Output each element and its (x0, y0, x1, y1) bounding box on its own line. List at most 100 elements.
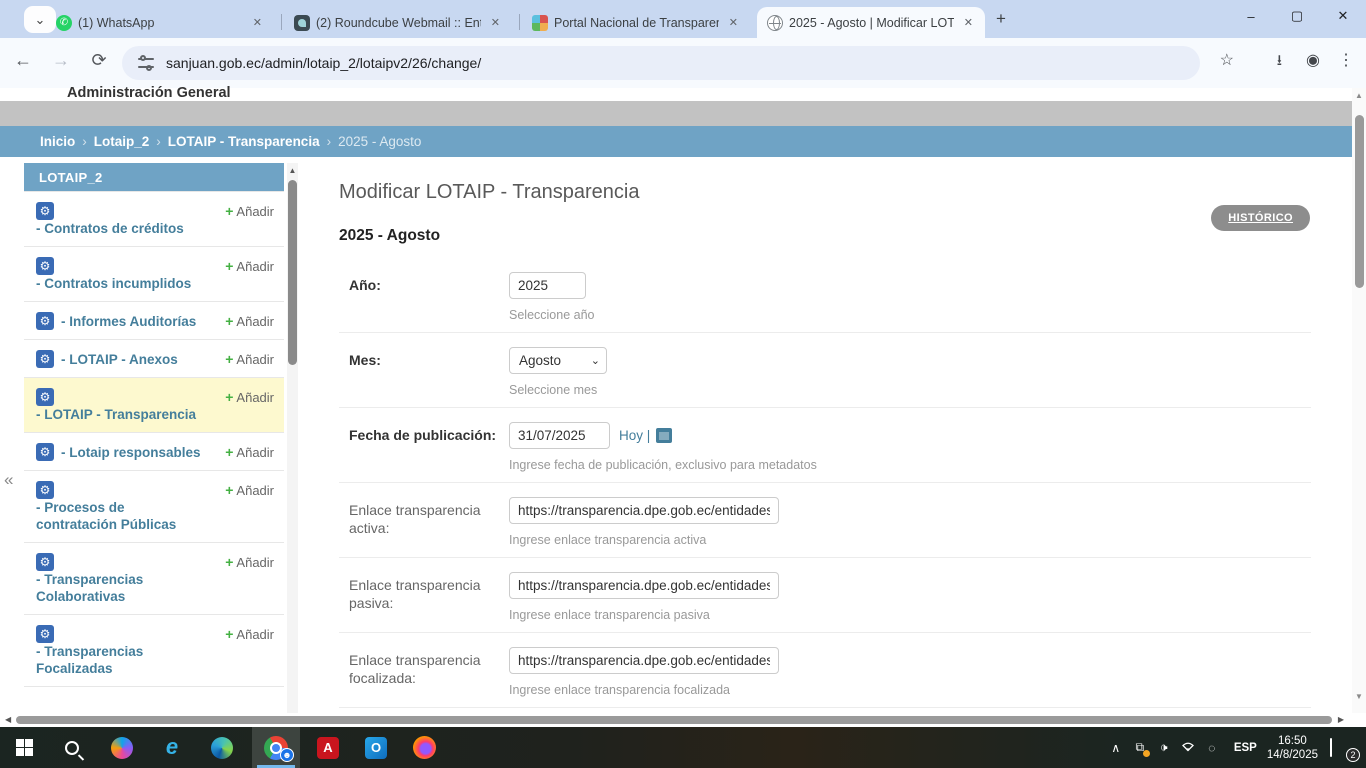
language-indicator[interactable]: ESP (1234, 742, 1257, 754)
taskbar-acrobat-button[interactable]: A (308, 727, 348, 768)
historico-button[interactable]: HISTÓRICO (1211, 205, 1310, 231)
tab-whatsapp[interactable]: ✆ (1) WhatsApp ✕ (46, 7, 274, 38)
fecha-input[interactable] (509, 422, 610, 449)
volume-icon[interactable]: 🕩 (1152, 740, 1176, 755)
cast-icon[interactable]: ⧉ (1128, 740, 1152, 755)
breadcrumb-link-lotaip2[interactable]: Lotaip_2 (94, 134, 150, 149)
sidebar-scrollbar[interactable]: ▲ (287, 163, 298, 713)
sidebar-item-contratos-incumplidos[interactable]: ⚙- Contratos incumplidos +Añadir (24, 246, 284, 301)
sidebar-item-transparencias-colaborativas[interactable]: ⚙- Transparencias Colaborativas +Añadir (24, 542, 284, 614)
add-link[interactable]: +Añadir (225, 257, 274, 274)
taskbar-search-button[interactable] (52, 727, 92, 768)
scroll-down-icon[interactable]: ▼ (1352, 692, 1366, 701)
sidebar-item-label[interactable]: - LOTAIP - Anexos (61, 351, 178, 368)
url-text[interactable]: sanjuan.gob.ec/admin/lotaip_2/lotaipv2/2… (166, 55, 481, 71)
maximize-button[interactable]: ▢ (1274, 0, 1320, 32)
add-link[interactable]: +Añadir (225, 553, 274, 570)
breadcrumb-current: 2025 - Agosto (338, 134, 421, 149)
breadcrumb-link-inicio[interactable]: Inicio (40, 134, 75, 149)
notification-center-button[interactable]: 2 (1330, 739, 1360, 757)
sidebar-item-transparencias-focalizadas[interactable]: ⚙- Transparencias Focalizadas +Añadir (24, 614, 284, 686)
add-link[interactable]: +Añadir (225, 202, 274, 219)
outlook-icon: O (365, 737, 387, 759)
sidebar-collapse-toggle[interactable]: « (4, 470, 13, 490)
hoy-link[interactable]: Hoy | (619, 428, 650, 443)
sidebar-item-label[interactable]: - Transparencias Focalizadas (36, 643, 204, 677)
tab-portal[interactable]: Portal Nacional de Transparenci ✕ (522, 7, 750, 38)
sidebar-item-label[interactable]: - Contratos de créditos (36, 220, 184, 237)
add-link[interactable]: +Añadir (225, 443, 274, 460)
add-link[interactable]: +Añadir (225, 350, 274, 367)
horizontal-scrollbar-thumb[interactable] (16, 716, 1332, 724)
browser-menu-icon[interactable]: ⋮ (1338, 50, 1354, 70)
sidebar-item-label[interactable]: - Lotaip responsables (61, 444, 201, 461)
sidebar-item-label[interactable]: - LOTAIP - Transparencia (36, 406, 196, 423)
taskbar-edge-button[interactable] (202, 727, 242, 768)
enlace-activa-input[interactable] (509, 497, 779, 524)
clock[interactable]: 16:50 14/8/2025 (1267, 734, 1318, 762)
sidebar-item-label[interactable]: - Procesos de contratación Públicas (36, 499, 204, 533)
breadcrumb-link-transparencia[interactable]: LOTAIP - Transparencia (168, 134, 320, 149)
downloads-icon[interactable]: ⭳ (1277, 50, 1282, 75)
plus-icon: + (225, 482, 233, 498)
help-text: Ingrese fecha de publicación, exclusivo … (509, 458, 817, 472)
chevron-down-icon: ⌄ (591, 354, 600, 367)
anio-input[interactable] (509, 272, 586, 299)
add-link[interactable]: +Añadir (225, 625, 274, 642)
enlace-focalizada-input[interactable] (509, 647, 779, 674)
back-icon[interactable]: ← (10, 50, 36, 71)
tab-active-lotaip[interactable]: 2025 - Agosto | Modificar LOTAI ✕ (757, 7, 985, 38)
scroll-left-icon[interactable]: ◀ (5, 715, 11, 724)
calendar-icon[interactable] (656, 428, 672, 443)
tab-roundcube[interactable]: (2) Roundcube Webmail :: Entra ✕ (284, 7, 512, 38)
sidebar-item-procesos-contratacion[interactable]: ⚙- Procesos de contratación Públicas +Añ… (24, 470, 284, 542)
close-icon[interactable]: ✕ (487, 14, 504, 31)
sidebar-item-lotaip-transparencia[interactable]: ⚙- LOTAIP - Transparencia +Añadir (24, 377, 284, 432)
start-button[interactable] (4, 727, 44, 768)
sidebar-item-informes-auditorias[interactable]: ⚙- Informes Auditorías +Añadir (24, 301, 284, 339)
field-label-anio: Año: (339, 272, 509, 322)
forward-icon[interactable]: → (48, 50, 74, 71)
scroll-up-icon[interactable]: ▲ (1352, 88, 1366, 100)
sidebar-item-label[interactable]: - Informes Auditorías (61, 313, 196, 330)
form-row-mes: Mes: Agosto ⌄ Seleccione mes (339, 333, 1311, 408)
new-tab-button[interactable]: + (996, 9, 1006, 29)
taskbar-copilot-button[interactable] (102, 727, 142, 768)
mes-select[interactable]: Agosto ⌄ (509, 347, 607, 374)
field-label-enlace-pasiva: Enlace transparencia pasiva: (339, 572, 509, 622)
sidebar-item-contratos-creditos[interactable]: ⚙- Contratos de créditos +Añadir (24, 191, 284, 246)
taskbar-firefox-button[interactable] (404, 727, 444, 768)
page-vertical-scrollbar[interactable]: ▲ ▼ (1352, 88, 1366, 713)
scroll-right-icon[interactable]: ▶ (1338, 715, 1344, 724)
minimize-button[interactable]: – (1228, 0, 1274, 32)
tray-chevron-icon[interactable]: ∧ (1104, 741, 1128, 755)
address-bar[interactable]: sanjuan.gob.ec/admin/lotaip_2/lotaipv2/2… (122, 46, 1200, 80)
sidebar-item-label[interactable]: - Transparencias Colaborativas (36, 571, 204, 605)
wifi-icon[interactable] (1176, 740, 1200, 755)
sidebar: LOTAIP_2 ⚙- Contratos de créditos +Añadi… (24, 163, 284, 713)
gear-icon: ⚙ (36, 625, 54, 643)
bookmark-star-icon[interactable]: ☆ (1220, 50, 1234, 70)
profile-avatar-icon[interactable]: ◉ (1306, 50, 1320, 70)
page-horizontal-scrollbar[interactable]: ◀ ▶ (0, 713, 1366, 727)
close-icon[interactable]: ✕ (725, 14, 742, 31)
taskbar-ie-button[interactable]: e (152, 727, 192, 768)
meet-now-icon[interactable]: ◌ (1200, 741, 1224, 755)
enlace-pasiva-input[interactable] (509, 572, 779, 599)
add-link[interactable]: +Añadir (225, 388, 274, 405)
sidebar-item-lotaip-anexos[interactable]: ⚙- LOTAIP - Anexos +Añadir (24, 339, 284, 377)
close-icon[interactable]: ✕ (960, 14, 977, 31)
add-link[interactable]: +Añadir (225, 481, 274, 498)
site-settings-icon[interactable] (138, 57, 154, 69)
vertical-scrollbar-thumb[interactable] (1355, 115, 1364, 288)
add-link[interactable]: +Añadir (225, 312, 274, 329)
sidebar-item-lotaip-responsables[interactable]: ⚙- Lotaip responsables +Añadir (24, 432, 284, 470)
scroll-up-icon[interactable]: ▲ (287, 163, 298, 175)
reload-icon[interactable]: ⟳ (86, 50, 112, 71)
taskbar-outlook-button[interactable]: O (356, 727, 396, 768)
sidebar-scrollbar-thumb[interactable] (288, 180, 297, 365)
taskbar-chrome-button-active[interactable]: ☻ (252, 727, 300, 768)
sidebar-item-label[interactable]: - Contratos incumplidos (36, 275, 191, 292)
close-window-button[interactable]: ✕ (1320, 0, 1366, 32)
close-icon[interactable]: ✕ (249, 14, 266, 31)
